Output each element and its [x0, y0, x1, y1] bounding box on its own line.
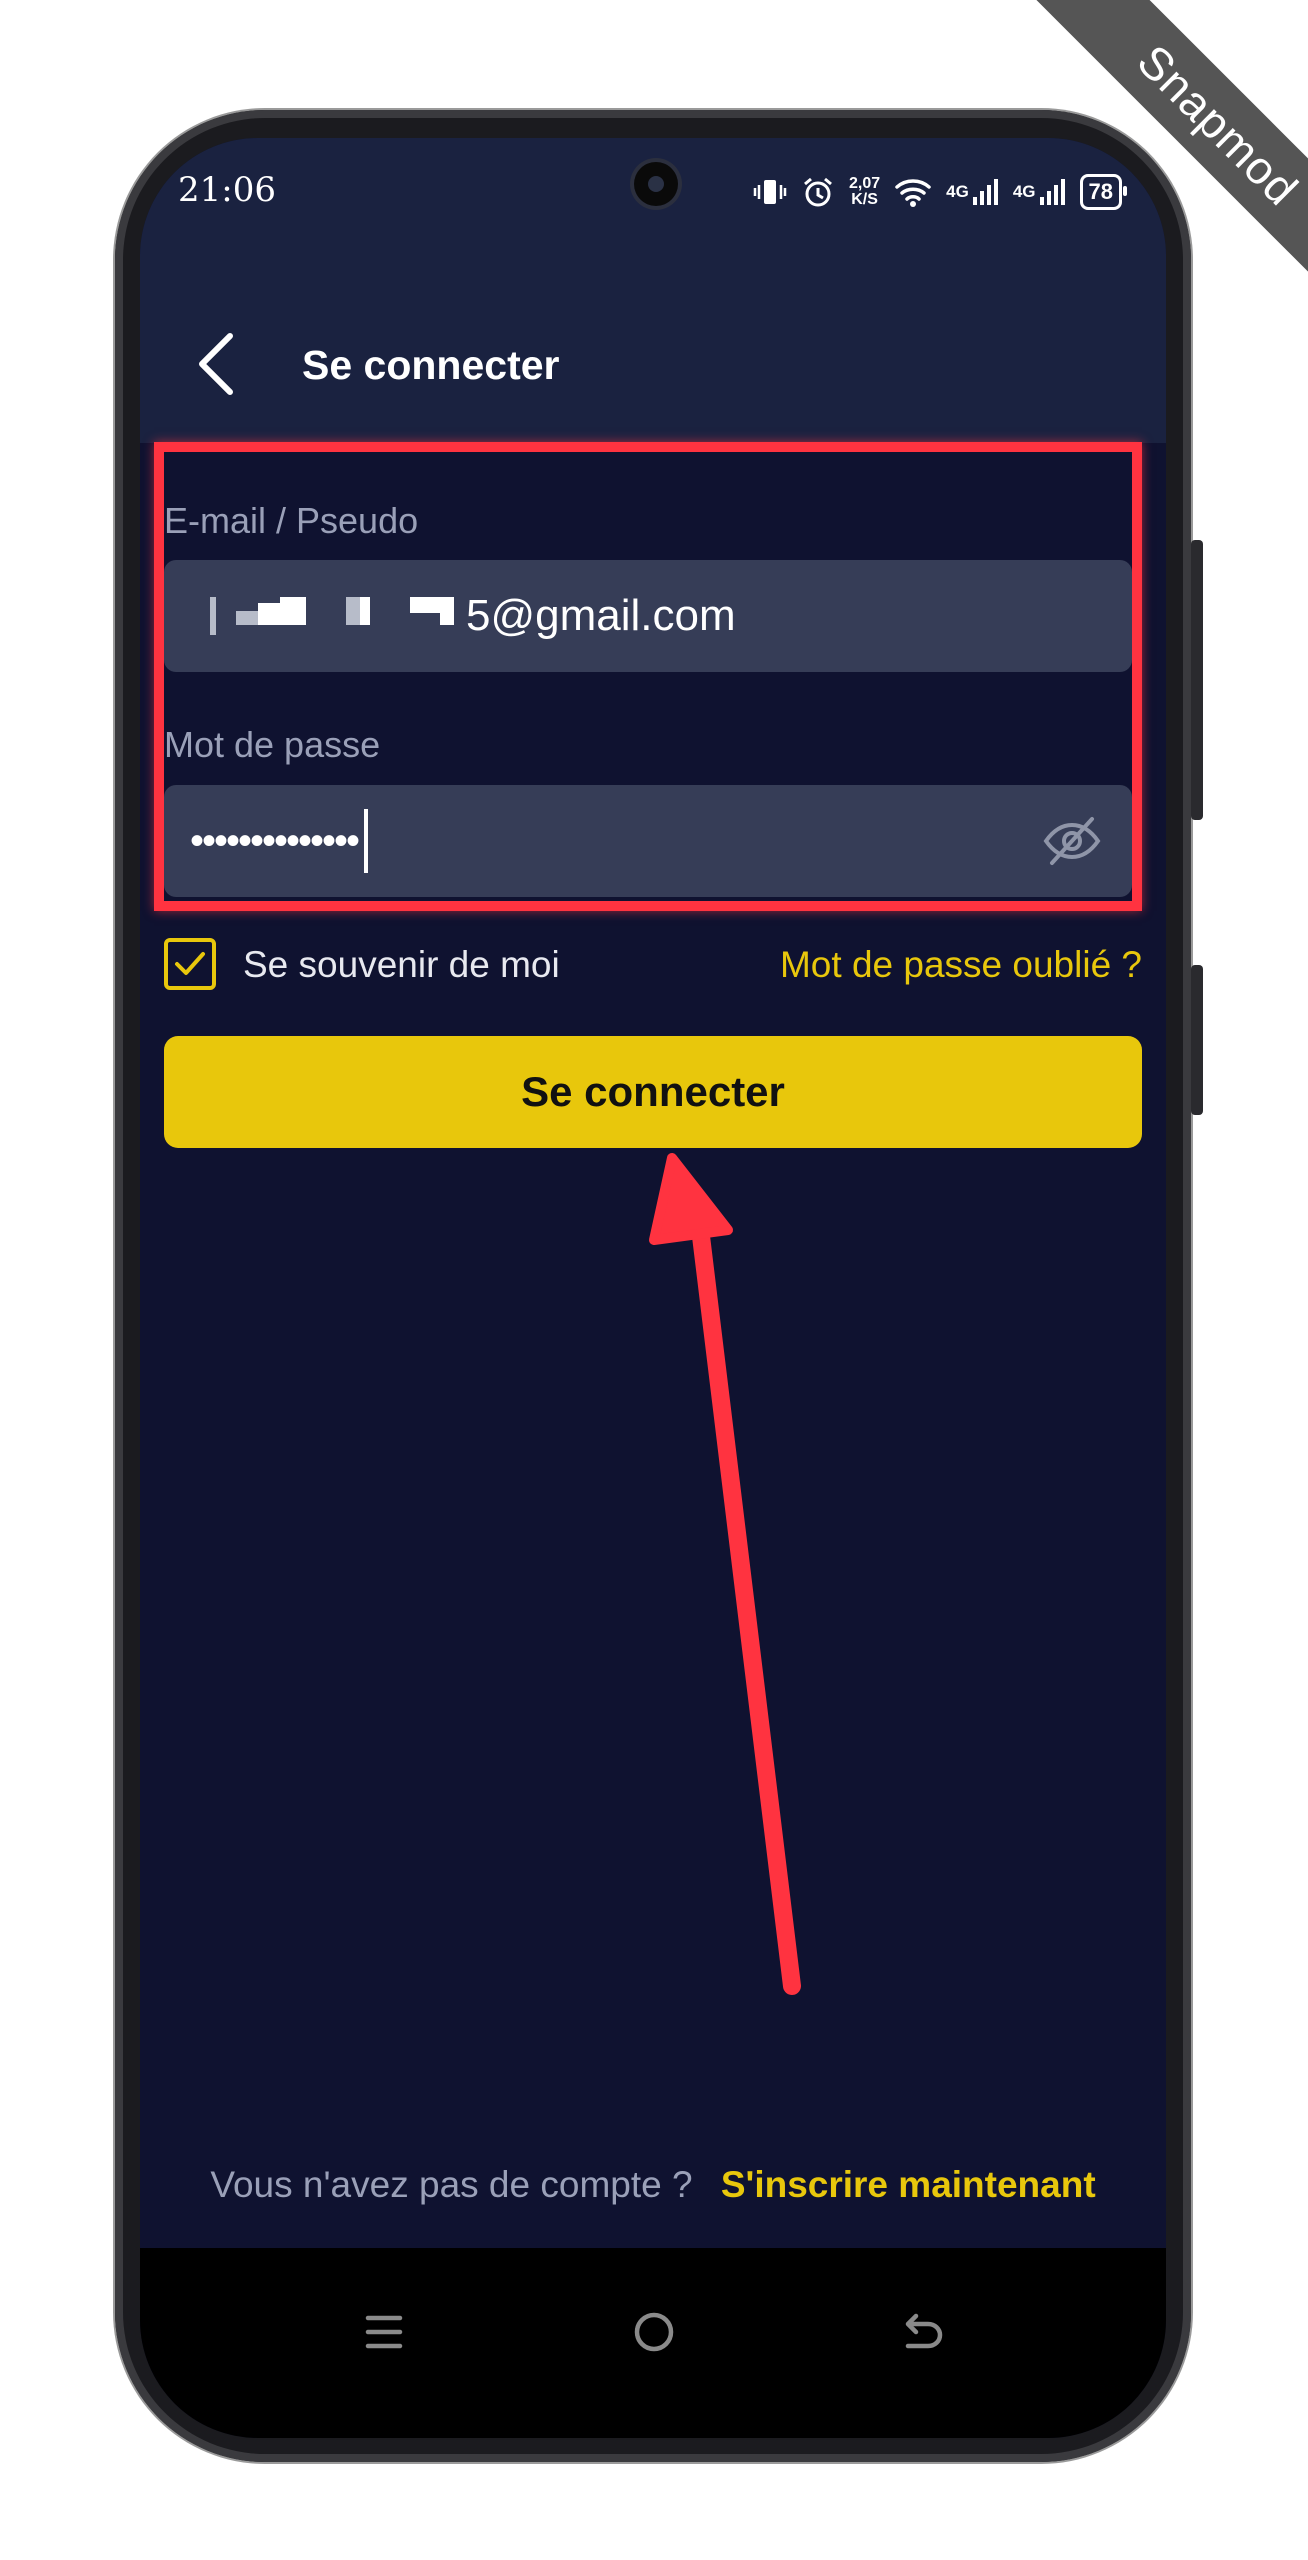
signup-link[interactable]: S'inscrire maintenant [721, 2164, 1096, 2205]
system-nav-bar [140, 2248, 1166, 2438]
phone-screen: 21:06 2,07 K/S 4G 4G 78 Se connecter E-m… [140, 138, 1166, 2438]
menu-icon[interactable] [354, 2302, 414, 2362]
annotation-arrow-shaft [649, 1153, 801, 1995]
phone-side-button [1191, 965, 1203, 1115]
home-icon[interactable] [624, 2302, 684, 2362]
phone-side-button [1191, 540, 1203, 820]
signup-question: Vous n'avez pas de compte ? [210, 2164, 693, 2205]
signup-prompt: Vous n'avez pas de compte ? S'inscrire m… [140, 2164, 1166, 2206]
back-icon[interactable] [892, 2302, 952, 2362]
